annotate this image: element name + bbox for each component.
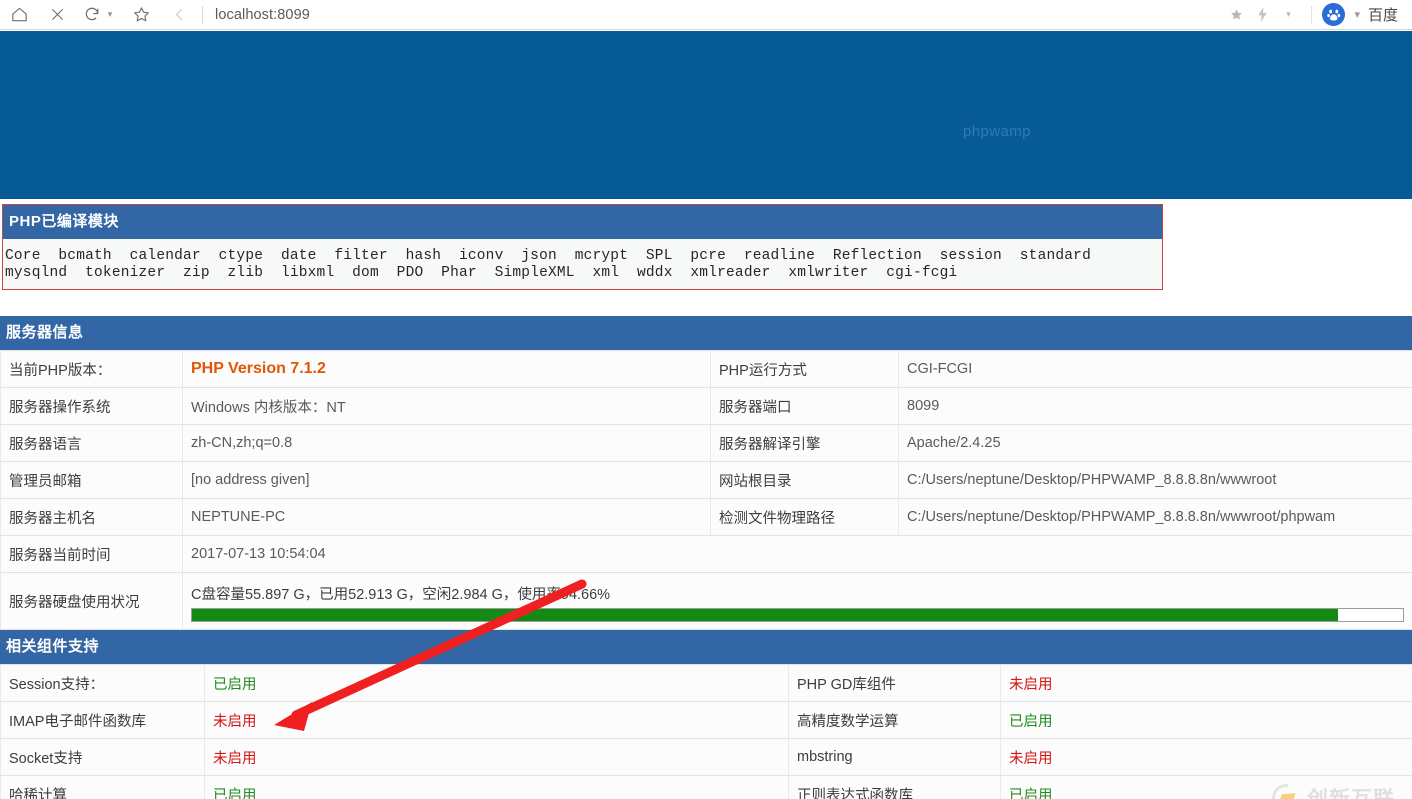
back-icon[interactable] <box>160 0 198 30</box>
cell-key: 服务器端口 <box>710 387 899 425</box>
status-badge: 未启用 <box>213 750 257 767</box>
disk-usage-progressbar <box>191 608 1404 622</box>
cell-value: C:/Users/neptune/Desktop/PHPWAMP_8.8.8.8… <box>898 498 1412 536</box>
cell-key: Socket支持 <box>0 738 205 776</box>
table-row-disk: 服务器硬盘使用状况 C盘容量55.897 G，已用52.913 G，空闲2.98… <box>0 572 1412 630</box>
php-modules-list: Core bcmath calendar ctype date filter h… <box>3 239 1162 289</box>
chevron-down-icon-account[interactable]: ▾ <box>1354 8 1360 21</box>
search-engine-label[interactable]: 百度 <box>1368 4 1398 25</box>
table-row: 服务器主机名 NEPTUNE-PC 检测文件物理路径 C:/Users/nept… <box>0 498 1412 536</box>
disk-usage-text: C盘容量55.897 G，已用52.913 G，空闲2.984 G，使用率94.… <box>191 587 611 603</box>
php-version-value: PHP Version 7.1.2 <box>191 360 326 377</box>
cell-key: 哈稀计算 <box>0 775 205 799</box>
status-badge: 未启用 <box>213 713 257 730</box>
lightning-icon[interactable] <box>1249 0 1275 30</box>
status-badge: 已启用 <box>1009 787 1053 799</box>
cell-value: 已启用 <box>1000 701 1412 739</box>
cell-key: mbstring <box>788 738 1001 776</box>
cell-value: zh-CN,zh;q=0.8 <box>182 424 711 462</box>
status-badge: 已启用 <box>1009 713 1053 730</box>
cell-key: 服务器主机名 <box>0 498 183 536</box>
reload-icon[interactable] <box>81 0 103 30</box>
php-modules-block: PHP已编译模块 Core bcmath calendar ctype date… <box>2 204 1163 290</box>
address-bar[interactable]: localhost:8099 <box>215 0 1223 30</box>
cell-value: [no address given] <box>182 461 711 499</box>
cell-key: PHP GD库组件 <box>788 664 1001 702</box>
cell-key: 服务器操作系统 <box>0 387 183 425</box>
cell-key: 服务器解译引擎 <box>710 424 899 462</box>
status-badge: 未启用 <box>1009 676 1053 693</box>
watermark-logo: 创新互联 <box>1266 778 1395 799</box>
server-info-table: 当前PHP版本： PHP Version 7.1.2 PHP运行方式 CGI-F… <box>0 350 1412 630</box>
table-row: IMAP电子邮件函数库 未启用 高精度数学运算 已启用 <box>0 701 1412 739</box>
table-row: 服务器语言 zh-CN,zh;q=0.8 服务器解译引擎 Apache/2.4.… <box>0 424 1412 462</box>
phpwamp-logo-text: phpwamp <box>963 123 1031 140</box>
components-heading: 相关组件支持 <box>0 630 1412 664</box>
toolbar-right-group: ▾ ▾ 百度 <box>1223 0 1412 30</box>
toolbar-divider-2 <box>1311 5 1313 24</box>
server-info-heading: 服务器信息 <box>0 316 1412 350</box>
chevron-down-icon-extensions[interactable]: ▾ <box>1275 0 1301 30</box>
cell-key: 当前PHP版本： <box>0 350 183 388</box>
cell-key: Session支持： <box>0 664 205 702</box>
disk-usage-cell: C盘容量55.897 G，已用52.913 G，空闲2.984 G，使用率94.… <box>182 572 1412 630</box>
modules-line-1: Core bcmath calendar ctype date filter h… <box>5 248 1091 264</box>
stop-icon[interactable] <box>38 0 76 30</box>
cell-value: NEPTUNE-PC <box>182 498 711 536</box>
cell-key: 服务器当前时间 <box>0 535 183 573</box>
status-badge: 已启用 <box>213 787 257 799</box>
cell-value: C:/Users/neptune/Desktop/PHPWAMP_8.8.8.8… <box>898 461 1412 499</box>
cell-value: Apache/2.4.25 <box>898 424 1412 462</box>
cell-key: 正则表达式函数库 <box>788 775 1001 799</box>
baidu-account-icon[interactable] <box>1322 3 1346 26</box>
table-row: 服务器操作系统 Windows 内核版本：NT 服务器端口 8099 <box>0 387 1412 425</box>
favorite-star-icon[interactable] <box>1223 0 1249 30</box>
cell-value: 未启用 <box>1000 664 1412 702</box>
cell-value: 2017-07-13 10:54:04 <box>182 535 1412 573</box>
php-modules-heading: PHP已编译模块 <box>3 205 1162 239</box>
cell-value: 已启用 <box>204 664 789 702</box>
toolbar-divider <box>202 5 203 24</box>
table-row: Socket支持 未启用 mbstring 未启用 <box>0 738 1412 776</box>
browser-toolbar: ▾ localhost:8099 ▾ ▾ 百度 <box>0 0 1412 30</box>
home-icon[interactable] <box>0 0 38 30</box>
table-row-time: 服务器当前时间 2017-07-13 10:54:04 <box>0 535 1412 573</box>
table-row: 哈稀计算 已启用 正则表达式函数库 已启用 <box>0 775 1412 799</box>
status-badge: 未启用 <box>1009 750 1053 767</box>
cell-key: 网站根目录 <box>710 461 899 499</box>
cell-key: 服务器硬盘使用状况 <box>0 572 183 630</box>
table-row: 管理员邮箱 [no address given] 网站根目录 C:/Users/… <box>0 461 1412 499</box>
cell-value: Windows 内核版本：NT <box>182 387 711 425</box>
cell-key: 检测文件物理路径 <box>710 498 899 536</box>
modules-line-2: mysqlnd tokenizer zip zlib libxml dom PD… <box>5 265 958 281</box>
cell-key: IMAP电子邮件函数库 <box>0 701 205 739</box>
table-row: 当前PHP版本： PHP Version 7.1.2 PHP运行方式 CGI-F… <box>0 350 1412 388</box>
cell-value: 已启用 <box>204 775 789 799</box>
bookmark-star-icon[interactable] <box>122 0 160 30</box>
watermark-text: 创新互联 <box>1307 783 1395 799</box>
cell-value: 未启用 <box>204 701 789 739</box>
status-badge: 已启用 <box>213 676 257 693</box>
cell-value: 未启用 <box>204 738 789 776</box>
cell-value: CGI-FCGI <box>898 350 1412 388</box>
reload-button-group[interactable]: ▾ <box>76 0 122 30</box>
cell-key: 高精度数学运算 <box>788 701 1001 739</box>
cell-key: PHP运行方式 <box>710 350 899 388</box>
cell-value: 未启用 <box>1000 738 1412 776</box>
cell-key: 管理员邮箱 <box>0 461 183 499</box>
components-table: Session支持： 已启用 PHP GD库组件 未启用 IMAP电子邮件函数库… <box>0 664 1412 799</box>
cell-value: PHP Version 7.1.2 <box>182 350 711 388</box>
page-content: phpwamp PHP已编译模块 Core bcmath calendar ct… <box>0 31 1412 799</box>
cell-key: 服务器语言 <box>0 424 183 462</box>
cell-value: 8099 <box>898 387 1412 425</box>
table-row: Session支持： 已启用 PHP GD库组件 未启用 <box>0 664 1412 702</box>
chevron-down-icon[interactable]: ▾ <box>103 0 117 30</box>
url-text: localhost:8099 <box>215 6 310 23</box>
hero-banner: phpwamp <box>0 31 1412 199</box>
disk-usage-progress-fill <box>192 609 1339 621</box>
